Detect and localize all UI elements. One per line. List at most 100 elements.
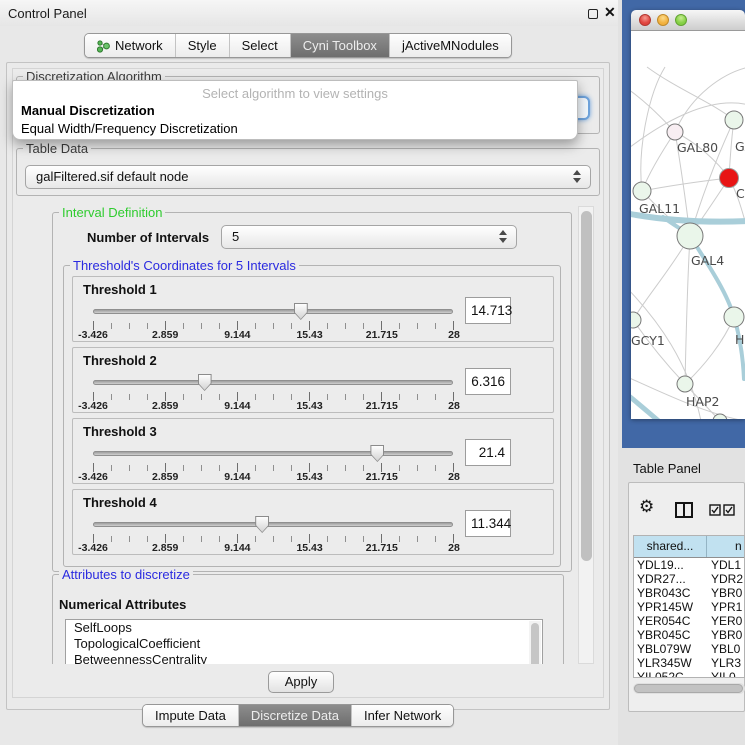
table-horizontal-scrollbar[interactable] [633, 683, 745, 694]
tick-label: 15.43 [296, 400, 322, 412]
tab-label: Select [242, 34, 278, 57]
network-window-titlebar[interactable] [631, 10, 745, 31]
tab-network[interactable]: Network [85, 34, 175, 57]
threshold-3-slider[interactable] [93, 445, 453, 462]
network-nodes [631, 111, 744, 419]
tab-discretize-data[interactable]: Discretize Data [238, 705, 351, 726]
node-label: GAL80 [677, 140, 718, 155]
panel-title: Control Panel [8, 6, 87, 21]
slider-thumb[interactable] [370, 445, 384, 462]
column-header-shared-name[interactable]: shared... [634, 536, 707, 557]
tab-select[interactable]: Select [229, 34, 290, 57]
dropdown-option-equal-width-frequency[interactable]: Equal Width/Frequency Discretization [21, 121, 238, 136]
slider-track [93, 309, 453, 314]
slider-tick-labels: -3.4262.8599.14415.4321.71528 [93, 329, 454, 341]
interval-group-label: Interval Definition [59, 206, 165, 220]
node-gal80[interactable] [667, 124, 683, 140]
table-row[interactable]: YDR27...YDR2 [634, 572, 744, 586]
network-canvas[interactable]: GAL80 GA C GAL11 GAL4 GCY1 H HAP2 [631, 31, 745, 419]
list-scrollbar[interactable] [529, 621, 541, 664]
float-window-icon[interactable] [588, 9, 598, 19]
tick-label: -3.426 [78, 329, 108, 341]
table-row[interactable]: YBL079WYBL0 [634, 642, 744, 656]
tab-label: jActiveMNodules [402, 34, 499, 57]
table-row[interactable]: YBR045CYBR0 [634, 628, 744, 642]
table-row[interactable]: YER054CYER0 [634, 614, 744, 628]
tab-cyni-toolbox[interactable]: Cyni Toolbox [290, 34, 389, 57]
threshold-1-value-field[interactable]: 14.713 [465, 297, 511, 324]
settings-scrollbar[interactable] [578, 206, 594, 664]
threshold-1-slider[interactable] [93, 303, 453, 320]
threshold-2-slider[interactable] [93, 374, 453, 391]
table-row[interactable]: YIL052CYIL0 [634, 670, 744, 678]
split-columns-icon[interactable] [675, 502, 693, 518]
close-icon[interactable]: ✕ [604, 4, 616, 21]
slider-thumb[interactable] [198, 374, 212, 391]
bottom-tab-bar: Impute Data Discretize Data Infer Networ… [142, 704, 454, 727]
num-intervals-combo[interactable]: 5 [221, 225, 517, 249]
tick-label: -3.426 [78, 542, 108, 554]
node-gal4[interactable] [677, 223, 703, 249]
threshold-1-box: Threshold 1 -3.4262.8599.14415.4321.7152… [72, 276, 554, 342]
table-panel-title: Table Panel [633, 461, 701, 476]
node-label: GCY1 [631, 333, 665, 348]
table-row[interactable]: YBR043CYBR0 [634, 586, 744, 600]
node-gal11[interactable] [633, 182, 651, 200]
tab-label: Discretize Data [251, 704, 339, 727]
node-ga[interactable] [725, 111, 743, 129]
table-row[interactable]: YLR345WYLR3 [634, 656, 744, 670]
list-item[interactable]: TopologicalCoefficient [66, 636, 542, 652]
minimize-window-icon[interactable] [657, 14, 669, 26]
tick-label: -3.426 [78, 400, 108, 412]
node-gcy1[interactable] [631, 312, 641, 328]
tick-label: 21.715 [366, 471, 398, 483]
scrollbar-thumb[interactable] [581, 211, 592, 561]
threshold-3-box: Threshold 3 -3.4262.8599.14415.4321.7152… [72, 418, 554, 484]
tab-style[interactable]: Style [175, 34, 229, 57]
network-graph: GAL80 GA C GAL11 GAL4 GCY1 H HAP2 [631, 31, 745, 419]
threshold-3-value-field[interactable]: 21.4 [465, 439, 511, 466]
table-row[interactable]: YDL19...YDL1 [634, 558, 744, 572]
threshold-4-slider[interactable] [93, 516, 453, 533]
column-header-name[interactable]: n [707, 536, 744, 557]
table-row[interactable]: YPR145WYPR1 [634, 600, 744, 614]
node-h[interactable] [724, 307, 744, 327]
node-label: HAP2 [686, 394, 719, 409]
tab-infer-network[interactable]: Infer Network [351, 705, 453, 726]
table-header-row: shared... n [634, 536, 744, 558]
tab-impute-data[interactable]: Impute Data [143, 705, 238, 726]
numerical-attributes-list[interactable]: SelfLoops TopologicalCoefficient Between… [65, 619, 543, 664]
tick-label: 28 [448, 542, 460, 554]
tick-label: 21.715 [366, 542, 398, 554]
node-label: GAL4 [691, 253, 724, 268]
attributes-group-label: Attributes to discretize [59, 567, 193, 582]
list-item[interactable]: SelfLoops [66, 620, 542, 636]
threshold-4-value-field[interactable]: 11.344 [465, 510, 511, 537]
tick-label: 2.859 [152, 400, 178, 412]
close-window-icon[interactable] [639, 14, 651, 26]
interval-definition-group: Interval Definition Number of Intervals … [52, 212, 572, 572]
gear-icon[interactable]: ⚙ [639, 499, 654, 516]
scrollbar-thumb[interactable] [634, 684, 743, 693]
node-bottom[interactable] [713, 414, 727, 419]
zoom-window-icon[interactable] [675, 14, 687, 26]
node-hap2[interactable] [677, 376, 693, 392]
list-item[interactable]: BetweennessCentrality [66, 652, 542, 664]
tab-jactivemnodules[interactable]: jActiveMNodules [389, 34, 511, 57]
apply-button[interactable]: Apply [268, 671, 334, 693]
threshold-4-label: Threshold 4 [83, 495, 157, 510]
tick-label: 9.144 [224, 471, 250, 483]
node-c-red[interactable] [720, 169, 739, 188]
tick-label: 2.859 [152, 542, 178, 554]
select-columns-icon[interactable] [709, 504, 735, 516]
dropdown-placeholder: Select algorithm to view settings [13, 86, 577, 101]
tab-label: Infer Network [364, 704, 441, 727]
node-label: GAL11 [639, 201, 680, 216]
slider-thumb[interactable] [294, 303, 308, 320]
threshold-2-value-field[interactable]: 6.316 [465, 368, 511, 395]
table-data-group: Table Data galFiltered.sif default node [16, 148, 600, 196]
dropdown-option-manual-discretization[interactable]: Manual Discretization [21, 103, 155, 118]
table-data-combo[interactable]: galFiltered.sif default node [25, 165, 591, 189]
slider-thumb[interactable] [255, 516, 269, 533]
combo-arrows-icon [499, 230, 508, 243]
